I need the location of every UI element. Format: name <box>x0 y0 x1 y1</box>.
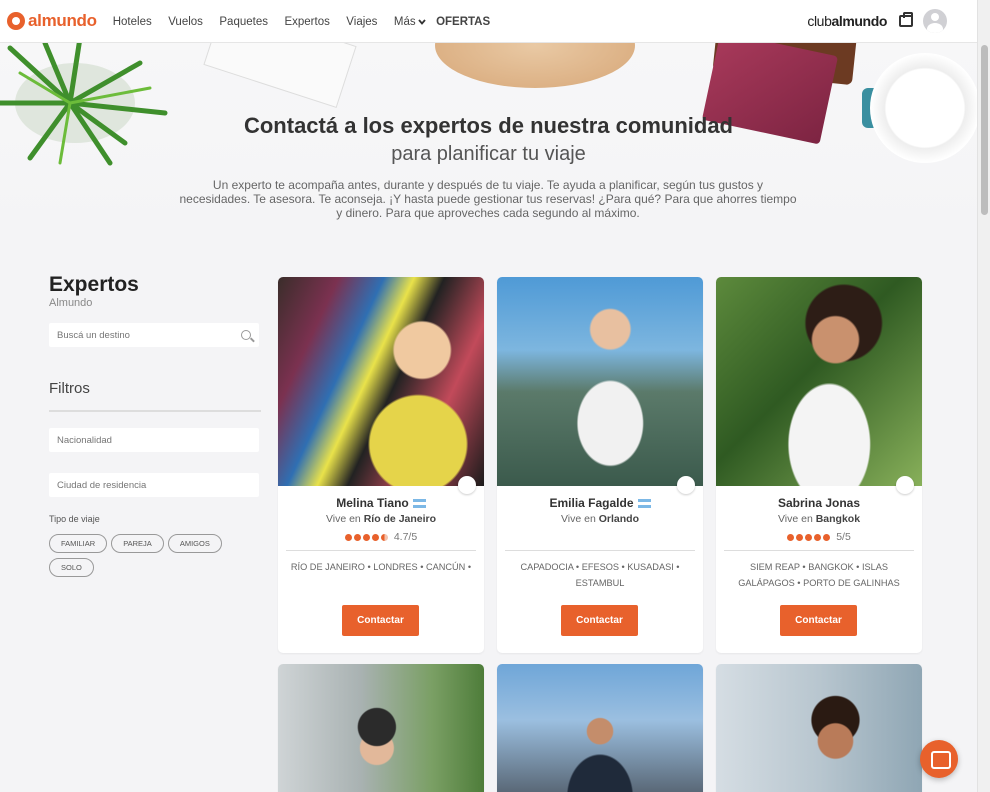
expert-location: Vive en Orlando <box>560 513 639 525</box>
expert-photo <box>497 664 703 792</box>
hero-title: Contactá a los expertos de nuestra comun… <box>243 113 733 138</box>
hero-subtitle: para planificar tu viaje <box>391 143 586 165</box>
nav-hoteles[interactable]: Hoteles <box>113 16 152 28</box>
expert-name: Sabrina Jonas <box>777 496 861 510</box>
rating-dot-icon <box>362 533 370 541</box>
trip-type-label: Tipo de viaje <box>49 514 100 524</box>
chip-pareja[interactable]: PAREJA <box>111 534 164 553</box>
chevron-down-icon <box>417 19 426 25</box>
expert-photo <box>716 277 922 494</box>
expert-card[interactable] <box>278 664 484 792</box>
expert-rating: 4.7/5 <box>278 530 484 544</box>
expert-rating-empty <box>497 530 703 544</box>
straw-hat-decoration <box>435 43 635 88</box>
nav-more-menu[interactable]: Más <box>394 16 426 28</box>
contact-button[interactable]: Contactar <box>561 605 638 636</box>
expert-name: Melina Tiano <box>278 496 484 510</box>
notebook-decoration <box>203 43 357 109</box>
rating-dot-icon <box>353 533 361 541</box>
argentina-flag-icon <box>412 499 426 509</box>
hero-banner: Contactá a los expertos de nuestra comun… <box>0 43 977 243</box>
expert-photo <box>497 277 703 494</box>
contact-button[interactable]: Contactar <box>342 605 419 636</box>
expert-card[interactable] <box>716 664 922 792</box>
expert-destinations: RÍO DE JANEIRO • LONDRES • CANCÚN • <box>290 562 472 572</box>
header-right: clubalmundo <box>807 9 947 33</box>
expert-location: Vive en Bangkok <box>777 513 861 525</box>
favorite-heart-icon[interactable] <box>896 476 914 494</box>
card-divider <box>724 550 914 551</box>
expert-card[interactable]: Emilia Fagalde Vive en Orlando CAPADOCIA… <box>497 277 703 653</box>
search-icon[interactable] <box>241 330 251 340</box>
favorite-heart-icon[interactable] <box>677 476 695 494</box>
contact-button[interactable]: Contactar <box>780 605 857 636</box>
nav-ofertas[interactable]: OFERTAS <box>436 16 490 28</box>
nav-expertos[interactable]: Expertos <box>284 16 329 28</box>
sidebar-title: Expertos <box>49 273 139 296</box>
residence-city-field <box>49 473 259 497</box>
rating-dot-icon <box>823 533 831 541</box>
rating-dot-icon <box>814 533 822 541</box>
expert-card[interactable]: Melina Tiano Vive en Río de Janeiro 4.7/… <box>278 277 484 653</box>
nav-paquetes[interactable]: Paquetes <box>219 16 268 28</box>
almundo-logo[interactable]: almundo <box>7 11 97 31</box>
trip-type-chips: FAMILIAR PAREJA AMIGOS SOLO <box>49 534 261 577</box>
expert-rating: 5/5 <box>716 530 922 544</box>
almundo-logo-icon <box>7 12 25 30</box>
user-avatar-icon[interactable] <box>923 9 947 33</box>
residence-city-input[interactable] <box>57 479 251 491</box>
hero-description: Un experto te acompaña antes, durante y … <box>179 178 797 220</box>
expert-name: Emilia Fagalde <box>497 496 703 510</box>
page-scrollbar[interactable] <box>977 0 990 792</box>
chip-solo[interactable]: SOLO <box>49 558 94 577</box>
favorite-heart-icon[interactable] <box>458 476 476 494</box>
expert-photo <box>278 277 484 494</box>
rating-dot-icon <box>796 533 804 541</box>
argentina-flag-icon <box>637 499 651 509</box>
card-divider <box>505 550 695 551</box>
sidebar-subtitle: Almundo <box>49 297 93 309</box>
nationality-field <box>49 428 259 452</box>
nav-vuelos[interactable]: Vuelos <box>168 16 203 28</box>
filters-title: Filtros <box>49 380 261 412</box>
rating-dot-icon <box>787 533 795 541</box>
scrollbar-thumb[interactable] <box>981 45 988 215</box>
nav-viajes[interactable]: Viajes <box>346 16 377 28</box>
nationality-input[interactable] <box>57 434 251 446</box>
destination-search-input[interactable] <box>57 329 241 341</box>
expert-destinations: CAPADOCIA • EFESOS • KUSADASI • ESTAMBUL <box>520 562 680 588</box>
expert-card[interactable] <box>497 664 703 792</box>
expert-card[interactable]: Sabrina Jonas Vive en Bangkok 5/5 SIEM R… <box>716 277 922 653</box>
expert-location: Vive en Río de Janeiro <box>325 513 437 525</box>
rating-dot-icon <box>344 533 352 541</box>
expert-destinations: SIEM REAP • BANGKOK • ISLAS GALÁPAGOS • … <box>738 562 900 588</box>
card-divider <box>286 550 476 551</box>
filters-sidebar: Expertos Almundo Filtros Tipo de viaje F… <box>49 273 261 577</box>
main-nav: Hoteles Vuelos Paquetes Expertos Viajes … <box>113 12 502 30</box>
expert-photo <box>716 664 922 792</box>
briefcase-icon[interactable] <box>899 12 913 27</box>
clubalmundo-link[interactable]: clubalmundo <box>807 13 887 29</box>
chip-amigos[interactable]: AMIGOS <box>167 534 222 553</box>
rating-dot-icon <box>805 533 813 541</box>
rating-dot-icon <box>371 533 379 541</box>
destination-search <box>49 323 259 347</box>
chip-familiar[interactable]: FAMILIAR <box>49 534 108 553</box>
rating-half-dot-icon <box>380 533 388 541</box>
expert-photo <box>278 664 484 792</box>
top-navbar: almundo Hoteles Vuelos Paquetes Expertos… <box>0 0 977 43</box>
chat-icon[interactable] <box>920 740 958 778</box>
